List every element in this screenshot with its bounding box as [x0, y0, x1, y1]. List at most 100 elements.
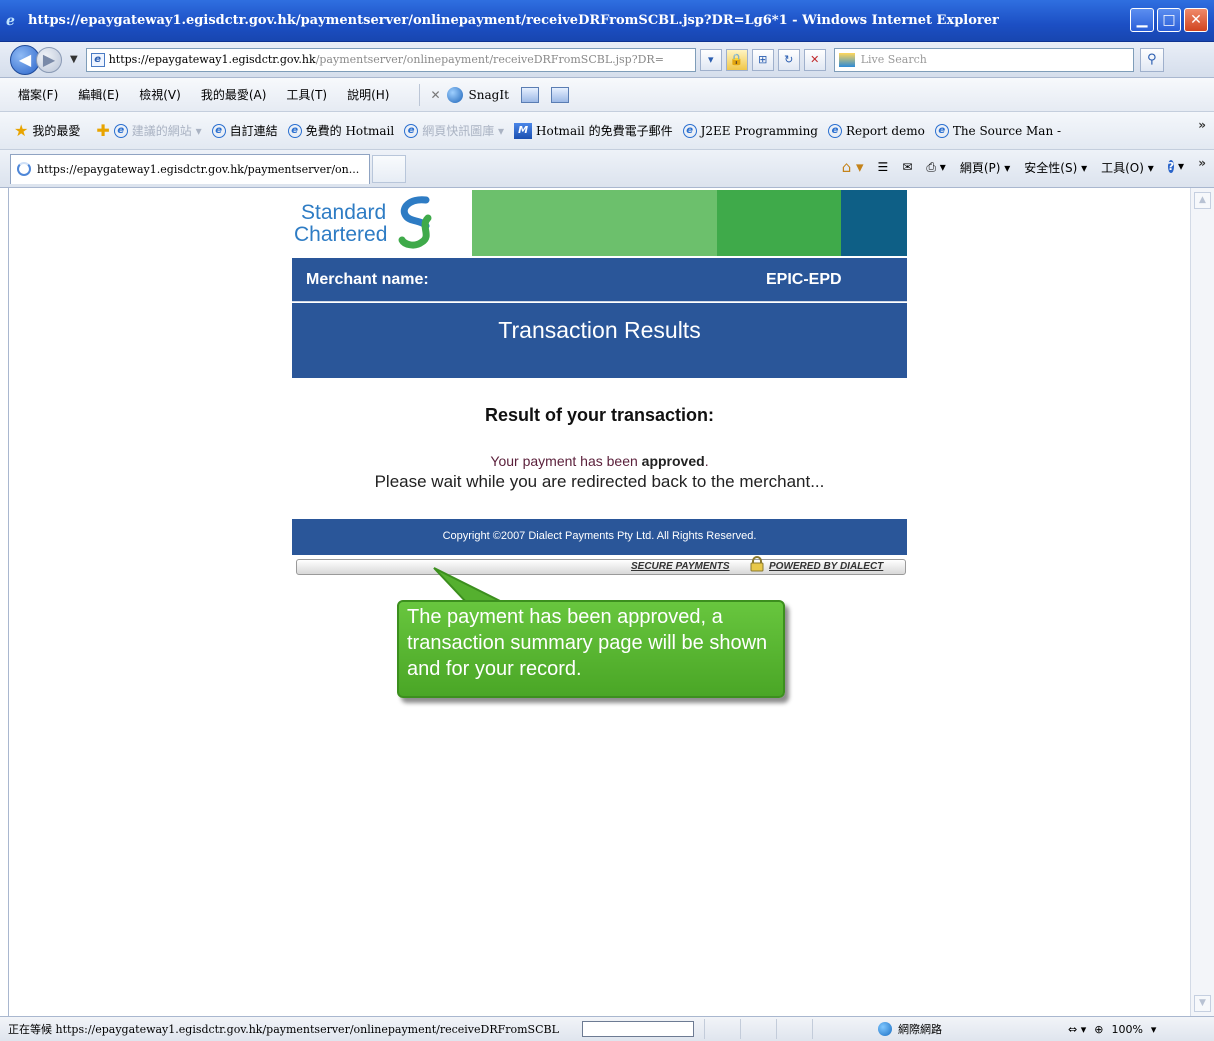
header-band-teal — [841, 190, 907, 256]
close-button[interactable]: ✕ — [1184, 8, 1208, 32]
menu-favorites[interactable]: 我的最愛(A) — [201, 86, 267, 103]
history-dropdown-icon[interactable]: ▼ — [70, 54, 78, 65]
tools-menu-label: 工具(O) — [1101, 160, 1144, 175]
ie-page-icon: e — [287, 123, 302, 138]
feeds-icon[interactable]: ☰ — [878, 160, 889, 174]
address-input[interactable]: e https://epaygateway1.egisdctr.gov.hk/p… — [85, 47, 696, 72]
fav-free-hotmail[interactable]: e 免費的 Hotmail — [287, 122, 395, 139]
fav-hotmail-email[interactable]: M Hotmail 的免費電子郵件 — [514, 122, 673, 139]
approval-message: Your payment has been approved. — [292, 453, 907, 469]
status-cell — [704, 1019, 740, 1039]
zoom-icon: ⊕ — [1094, 1022, 1104, 1036]
mail-icon[interactable]: ✉ — [902, 160, 912, 174]
merchant-bar: Merchant name: EPIC-EPD — [292, 258, 907, 302]
snagit-icon[interactable] — [446, 86, 463, 103]
add-favorite-icon[interactable]: ✚ — [96, 121, 109, 140]
search-button[interactable]: ⚲ — [1139, 47, 1164, 72]
snagit-editor-icon[interactable] — [550, 86, 569, 103]
tools-menu[interactable]: 工具(O) ▾ — [1101, 159, 1154, 176]
status-text: 正在等候 https://epaygateway1.egisdctr.gov.h… — [8, 1023, 559, 1036]
address-dropdown-button[interactable]: ▾ — [699, 48, 722, 71]
secure-payments-label: SECURE PAYMENTS — [631, 561, 730, 572]
refresh-button[interactable]: ↻ — [777, 48, 800, 71]
minimize-button[interactable]: ▁ — [1130, 8, 1154, 32]
address-toolbar: ◀ ▶ ▼ e https://epaygateway1.egisdctr.go… — [0, 42, 1214, 78]
page-icon: e — [90, 52, 105, 67]
stop-button[interactable]: ✕ — [803, 48, 826, 71]
menu-bar: 檔案(F) 編輯(E) 檢視(V) 我的最愛(A) 工具(T) 說明(H) ✕ … — [0, 78, 1214, 112]
snagit-capture-icon[interactable] — [520, 86, 539, 103]
fav-custom-links[interactable]: e 自訂連結 — [211, 122, 278, 139]
menu-edit[interactable]: 編輯(E) — [78, 86, 119, 103]
fav-label: Hotmail 的免費電子郵件 — [536, 124, 673, 138]
header-band-green — [717, 190, 841, 256]
url-path: /paymentserver/onlinepayment/receiveDRFr… — [315, 53, 664, 66]
menu-tools[interactable]: 工具(T) — [286, 86, 327, 103]
ie-page-icon: e — [113, 123, 128, 138]
secure-payments-bar: SECURE PAYMENTS POWERED BY DIALECT — [296, 556, 906, 575]
tab-title: https://epaygateway1.egisdctr.gov.hk/pay… — [37, 162, 360, 176]
snagit-label[interactable]: SnagIt — [469, 88, 509, 102]
chevron-more-icon[interactable]: » — [1198, 118, 1206, 132]
status-cell — [740, 1019, 776, 1039]
fav-j2ee[interactable]: e J2EE Programming — [682, 123, 818, 138]
safety-menu[interactable]: 安全性(S) ▾ — [1024, 159, 1087, 176]
copyright-notice: Copyright ©2007 Dialect Payments Pty Ltd… — [292, 519, 907, 555]
favorites-label[interactable]: 我的最愛 — [32, 122, 80, 139]
status-cells — [704, 1019, 848, 1039]
security-lock-icon[interactable]: 🔒 — [725, 48, 748, 71]
home-icon[interactable]: ⌂ ▾ — [842, 158, 864, 176]
fav-label: 自訂連結 — [229, 124, 278, 138]
maximize-button[interactable]: □ — [1157, 8, 1181, 32]
window-title: https://epaygateway1.egisdctr.gov.hk/pay… — [28, 13, 999, 28]
padlock-icon — [750, 556, 764, 572]
ie-page-icon: e — [404, 123, 419, 138]
close-toolbar-icon[interactable]: ✕ — [430, 88, 440, 102]
page-menu-label: 網頁(P) — [959, 160, 1001, 175]
zoom-dropdown-icon[interactable]: ▾ — [1151, 1023, 1157, 1036]
tab-current[interactable]: https://epaygateway1.egisdctr.gov.hk/pay… — [10, 153, 370, 184]
scroll-up-icon[interactable]: ▲ — [1194, 192, 1211, 209]
command-bar: ⌂ ▾ ☰ ✉ ⎙ ▾ 網頁(P) ▾ 安全性(S) ▾ 工具(O) ▾ ? ▾ — [842, 158, 1184, 176]
merchant-value: EPIC-EPD — [766, 271, 842, 288]
zoom-control[interactable]: ⇔ ▾ ⊕ 100% ▾ — [1068, 1023, 1156, 1036]
fav-label: 建議的網站 — [131, 124, 192, 138]
chevron-more-icon[interactable]: » — [1198, 156, 1206, 170]
menu-help[interactable]: 說明(H) — [347, 86, 389, 103]
safety-menu-label: 安全性(S) — [1024, 160, 1078, 175]
page-menu[interactable]: 網頁(P) ▾ — [960, 159, 1010, 176]
fav-report-demo[interactable]: e Report demo — [828, 123, 925, 138]
new-tab-button[interactable] — [372, 154, 406, 183]
redirect-message: Please wait while you are redirected bac… — [374, 472, 825, 491]
status-cell — [776, 1019, 812, 1039]
url-host: https://epaygateway1.egisdctr.gov.hk — [108, 53, 316, 66]
address-buttons: ▾ 🔒 ⊞ ↻ ✕ — [699, 48, 826, 71]
logo-word-chartered: Chartered — [294, 223, 388, 246]
protected-mode-icon[interactable]: ⇔ ▾ — [1068, 1023, 1086, 1036]
favorites-star-icon[interactable]: ★ — [14, 121, 28, 140]
security-zone[interactable]: 網際網路 — [878, 1021, 1038, 1037]
print-icon[interactable]: ⎙ ▾ — [926, 160, 945, 175]
fav-label: 免費的 Hotmail — [305, 124, 395, 138]
forward-button[interactable]: ▶ — [36, 46, 62, 73]
approval-suffix: . — [704, 453, 709, 469]
scroll-down-icon[interactable]: ▼ — [1194, 995, 1211, 1012]
fav-label: J2EE Programming — [700, 123, 818, 138]
search-input[interactable]: Live Search — [833, 47, 1134, 72]
menu-view[interactable]: 檢視(V) — [139, 86, 181, 103]
fav-web-slice-gallery[interactable]: e 網頁快訊圖庫 ▾ — [404, 122, 504, 139]
vertical-scrollbar[interactable]: ▲ ▼ — [1190, 188, 1214, 1016]
ie-page-icon: e — [934, 123, 949, 138]
window-titlebar: ℯ https://epaygateway1.egisdctr.gov.hk/p… — [0, 0, 1214, 42]
live-search-icon — [838, 52, 855, 67]
zone-label: 網際網路 — [898, 1023, 942, 1036]
compatibility-icon[interactable]: ⊞ — [751, 48, 774, 71]
fav-suggested-sites[interactable]: e 建議的網站 ▾ — [113, 122, 202, 139]
window-controls: ▁ □ ✕ — [1130, 8, 1208, 32]
tab-bar: https://epaygateway1.egisdctr.gov.hk/pay… — [0, 150, 1214, 188]
approval-prefix: Your payment has been — [490, 453, 642, 469]
help-menu[interactable]: ? ▾ — [1167, 159, 1184, 175]
menu-file[interactable]: 檔案(F) — [18, 86, 58, 103]
header-band-light-green — [472, 190, 717, 256]
fav-source-man[interactable]: e The Source Man - — [934, 123, 1061, 138]
